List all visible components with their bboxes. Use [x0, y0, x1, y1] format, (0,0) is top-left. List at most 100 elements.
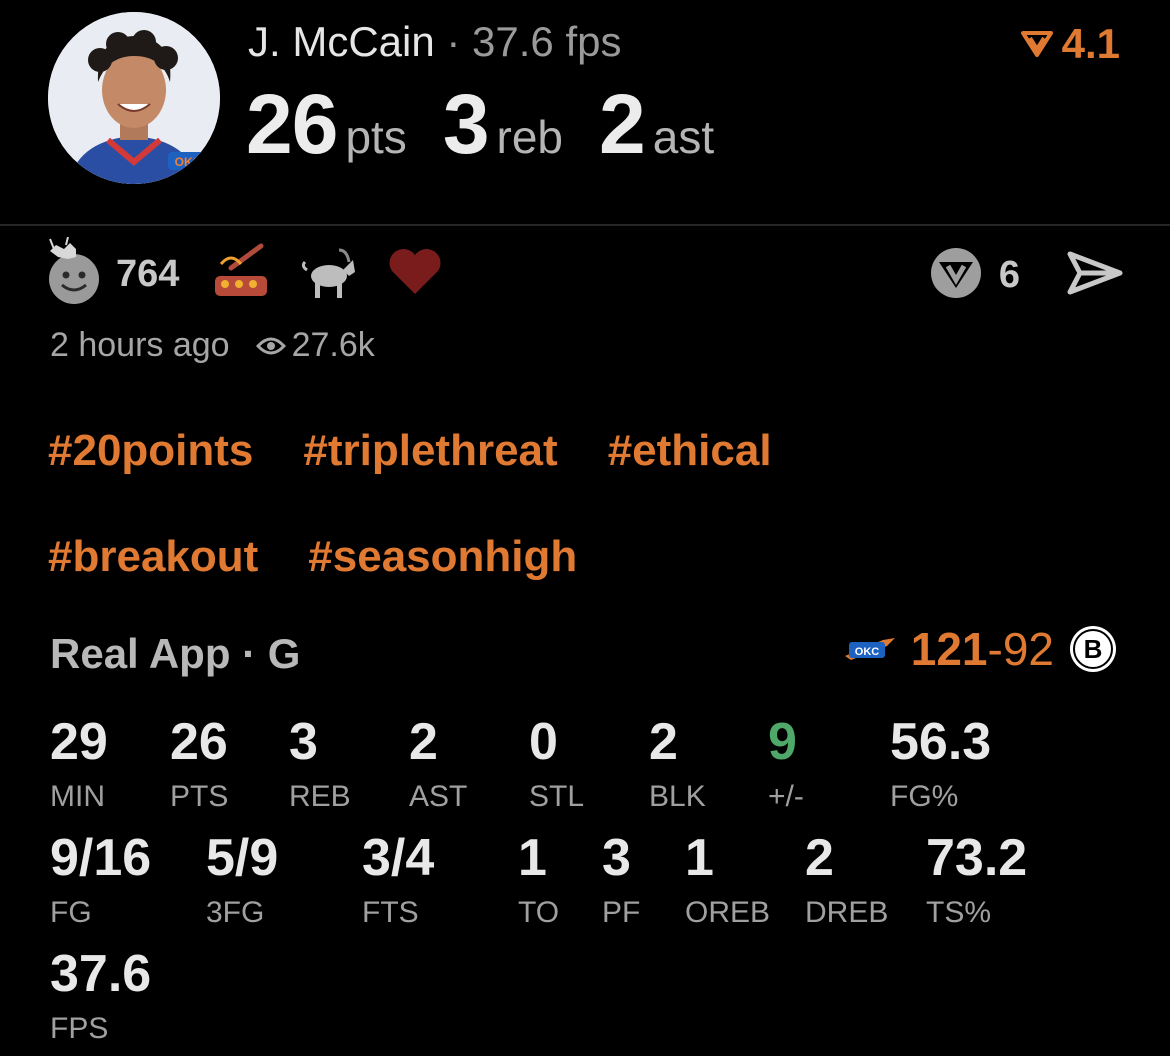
stat-label: 3FG: [206, 896, 265, 929]
stat-fps: 37.6 FPS: [50, 948, 151, 1044]
avatar[interactable]: OKC: [48, 12, 220, 184]
stat-value: 2: [649, 713, 678, 771]
stat-value: 5/9: [206, 829, 279, 887]
stat-blk: 2 BLK: [649, 716, 706, 812]
share-count: 6: [998, 254, 1020, 296]
rebounds-value: 3: [442, 77, 490, 171]
stat-value: 56.3: [890, 713, 992, 771]
stat-label: PTS: [170, 780, 229, 813]
views-value: 27.6k: [291, 326, 375, 364]
stat-label: FPS: [50, 1012, 109, 1045]
hashtag-list: #20points #triplethreat #ethical #breako…: [48, 426, 1128, 582]
hashtag-breakout[interactable]: #breakout: [48, 532, 258, 582]
goat-smiley-icon[interactable]: [46, 236, 106, 312]
rating-badge[interactable]: 4.1: [1020, 20, 1120, 68]
svg-text:OKC: OKC: [175, 155, 202, 169]
stat-value: 9: [768, 713, 797, 771]
stat-label: TS%: [926, 896, 992, 929]
stat-pf: 3 PF: [602, 832, 640, 928]
stat-plus-minus: 9 +/-: [768, 716, 804, 812]
stat-label: PF: [602, 896, 641, 929]
game-label: Real App · G: [50, 630, 301, 677]
goat-icon[interactable]: [299, 242, 359, 307]
time-ago: 2 hours ago: [50, 326, 230, 364]
stat-label: REB: [289, 780, 351, 813]
heart-icon[interactable]: [387, 247, 443, 302]
hashtag-ethical[interactable]: #ethical: [608, 426, 772, 476]
score-home: 121: [910, 623, 988, 675]
stat-reb: 3 REB: [289, 716, 351, 812]
rating-value: 4.1: [1061, 20, 1120, 67]
stat-value: 26: [170, 713, 228, 771]
stat-value: 3/4: [362, 829, 435, 887]
stat-pts: 26 PTS: [170, 716, 228, 812]
stat-label: STL: [529, 780, 585, 813]
stat-label: FG%: [890, 780, 959, 813]
stat-value: 2: [805, 829, 834, 887]
cooking-icon[interactable]: [211, 242, 271, 307]
stat-fts: 3/4 FTS: [362, 832, 434, 928]
stat-ts-pct: 73.2 TS%: [926, 832, 1027, 928]
stat-label: TO: [518, 896, 560, 929]
score-text: 121-92: [911, 622, 1054, 676]
player-photo-icon: OKC: [48, 12, 220, 184]
score-dash: -: [987, 623, 1003, 675]
stat-oreb: 1 OREB: [685, 832, 770, 928]
nets-logo-icon: B: [1070, 626, 1116, 672]
points-unit: pts: [345, 111, 407, 163]
svg-text:B: B: [1084, 634, 1103, 664]
reactions-row: 764: [46, 234, 471, 314]
post-meta: 2 hours ago 27.6k: [50, 326, 375, 365]
stat-label: FG: [50, 896, 92, 929]
stat-value: 1: [518, 829, 547, 887]
fps-value: 37.6 fps: [472, 18, 622, 65]
stat-value: 3: [602, 829, 631, 887]
stat-ast: 2 AST: [409, 716, 467, 812]
eye-icon: [255, 337, 286, 354]
assists-value: 2: [599, 77, 646, 171]
stat-value: 3: [289, 713, 318, 771]
stat-value: 73.2: [926, 829, 1028, 887]
okc-logo-icon: OKC: [844, 638, 895, 660]
stat-value: 29: [50, 713, 108, 771]
stat-3fg: 5/9 3FG: [206, 832, 278, 928]
post-card: OKC J. McCain · 37.6 fps 26 pts 3 reb 2 ast 4…: [0, 0, 1170, 1056]
headline-statline: 26 pts 3 reb 2 ast: [246, 76, 750, 173]
player-title[interactable]: J. McCain · 37.6 fps: [248, 18, 622, 66]
stat-value: 37.6: [50, 945, 152, 1003]
view-count: 27.6k: [255, 326, 375, 365]
stat-label: MIN: [50, 780, 105, 813]
score-away: 92: [1002, 623, 1054, 675]
stat-label: AST: [409, 780, 468, 813]
header-divider: [0, 224, 1170, 226]
stat-fg: 9/16 FG: [50, 832, 151, 928]
stat-dreb: 2 DREB: [805, 832, 888, 928]
stat-fg-pct: 56.3 FG%: [890, 716, 991, 812]
svg-text:OKC: OKC: [855, 646, 880, 658]
stat-value: 2: [409, 713, 438, 771]
rebounds-unit: reb: [496, 111, 564, 163]
stat-label: +/-: [768, 780, 804, 813]
game-score[interactable]: OKC 121-92 B: [843, 622, 1118, 676]
hashtag-20points[interactable]: #20points: [48, 426, 253, 476]
post-actions: 6: [929, 246, 1124, 305]
real-logo-icon[interactable]: [929, 246, 983, 305]
stat-label: BLK: [649, 780, 706, 813]
hashtag-triplethreat[interactable]: #triplethreat: [303, 426, 557, 476]
stat-label: OREB: [685, 896, 771, 929]
points-value: 26: [246, 77, 338, 171]
send-icon[interactable]: [1066, 248, 1124, 303]
stat-min: 29 MIN: [50, 716, 108, 812]
stat-stl: 0 STL: [529, 716, 584, 812]
reaction-count: 764: [116, 252, 180, 295]
stat-label: DREB: [805, 896, 889, 929]
hashtag-seasonhigh[interactable]: #seasonhigh: [308, 532, 577, 582]
stat-label: FTS: [362, 896, 419, 929]
stat-value: 1: [685, 829, 714, 887]
stat-value: 9/16: [50, 829, 152, 887]
title-separator: ·: [446, 18, 461, 65]
rating-chevron-icon: [1020, 31, 1053, 57]
stat-value: 0: [529, 713, 558, 771]
player-name[interactable]: J. McCain: [248, 18, 435, 65]
stat-to: 1 TO: [518, 832, 559, 928]
